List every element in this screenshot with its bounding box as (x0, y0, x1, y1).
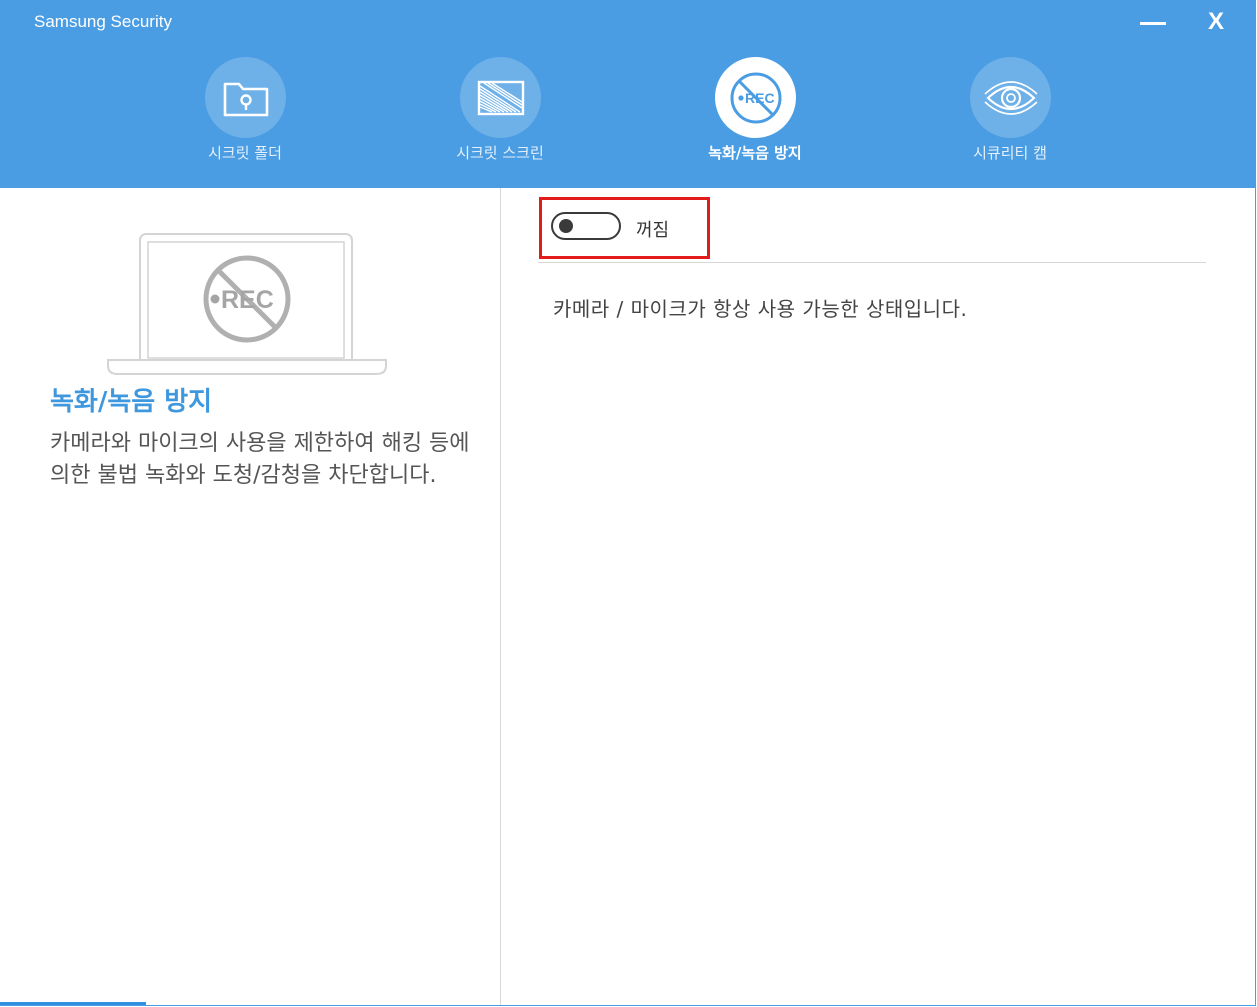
bottom-accent-bar (0, 1002, 146, 1005)
folder-key-icon (205, 57, 286, 138)
laptop-no-rec-icon: REC (104, 230, 390, 384)
minimize-button[interactable] (1132, 6, 1172, 42)
minimize-icon (1140, 22, 1166, 25)
feature-title: 녹화/녹음 방지 (50, 387, 213, 417)
toggle-knob (559, 219, 573, 233)
toggle-state-label: 꺼짐 (636, 220, 670, 241)
privacy-screen-icon (460, 57, 541, 138)
toggle-row-highlight: 꺼짐 (539, 197, 710, 259)
feature-info-panel: REC 녹화/녹음 방지 카메라와 마이크의 사용을 제한하여 해킹 등에 의한… (0, 188, 501, 1005)
divider (538, 262, 1206, 263)
security-cam-eye-icon (970, 57, 1051, 138)
recording-block-toggle[interactable] (551, 212, 621, 240)
tab-label: 시크릿 스크린 (456, 144, 544, 162)
header-bar: Samsung Security X 시크릿 폴더 시크릿 스크린 REC 녹화… (0, 0, 1255, 188)
tab-security-cam[interactable]: 시큐리티 캠 (890, 57, 1130, 177)
svg-text:REC: REC (221, 286, 274, 314)
status-message: 카메라 / 마이크가 항상 사용 가능한 상태입니다. (553, 297, 968, 321)
app-title: Samsung Security (34, 12, 172, 31)
samsung-security-window: Samsung Security X 시크릿 폴더 시크릿 스크린 REC 녹화… (0, 0, 1256, 1006)
tab-label: 시크릿 폴더 (208, 144, 282, 162)
feature-description: 카메라와 마이크의 사용을 제한하여 해킹 등에 의한 불법 녹화와 도청/감청… (50, 431, 470, 488)
close-button[interactable]: X (1196, 6, 1236, 42)
tab-recording-block[interactable]: REC 녹화/녹음 방지 (635, 57, 875, 177)
tab-secret-folder[interactable]: 시크릿 폴더 (125, 57, 365, 177)
svg-text:REC: REC (745, 90, 775, 106)
tab-label: 녹화/녹음 방지 (708, 144, 802, 162)
close-icon: X (1207, 8, 1224, 35)
no-rec-icon: REC (715, 57, 796, 138)
tab-label: 시큐리티 캠 (973, 144, 1047, 162)
tab-secret-screen[interactable]: 시크릿 스크린 (380, 57, 620, 177)
